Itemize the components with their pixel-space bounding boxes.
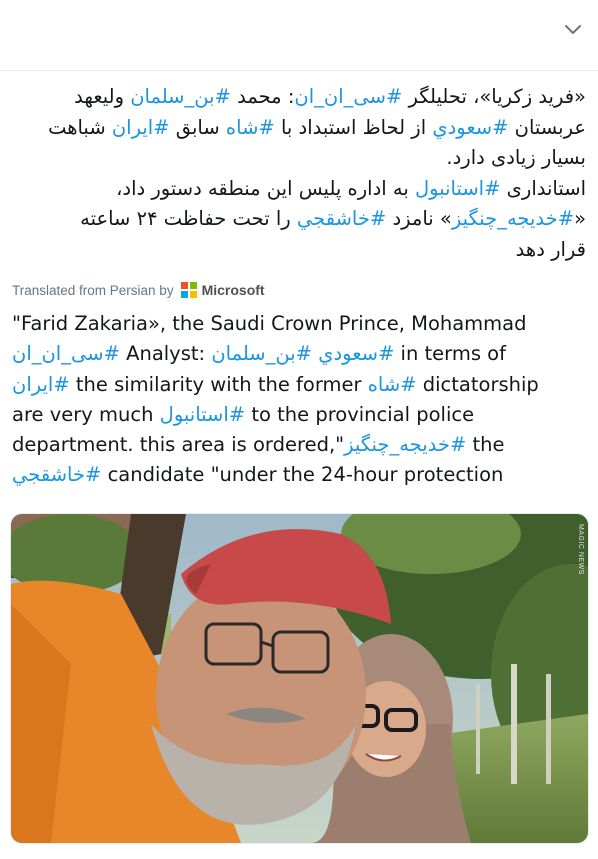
hashtag-link[interactable]: #بن_سلمان <box>211 342 312 365</box>
tweet-text-segment: : محمد <box>230 85 295 108</box>
tweet-text-segment: are very much <box>12 402 160 426</box>
tweet-text-segment: به اداره پلیس این منطقه دستور داد، <box>116 176 415 200</box>
chevron-down-icon[interactable] <box>562 18 584 40</box>
tweet-text-segment: را تحت حفاظت ۲۴ ساعته <box>80 207 297 230</box>
english-line: #سی_ان_ان Analyst: #بن_سلمان #سعودي in t… <box>12 339 588 369</box>
hashtag-link[interactable]: #سعودي <box>318 342 394 365</box>
tweet-text-segment: candidate "under the 24-hour protection <box>101 463 504 487</box>
divider <box>0 70 598 71</box>
english-line: #ایران the similarity with the former #ش… <box>12 370 588 400</box>
hashtag-link[interactable]: #خدیجه_چنگیز <box>344 433 466 456</box>
tweet-text-segment: شباهت <box>48 115 112 139</box>
hashtag-link[interactable]: #بن_سلمان <box>130 85 231 108</box>
tweet-text-segment: ولیعهد <box>74 85 131 108</box>
hashtag-link[interactable]: #خاشقجي <box>12 463 101 486</box>
english-line: "Farid Zakaria», the Saudi Crown Prince,… <box>12 309 588 339</box>
tweet-text-segment: department. this area is ordered," <box>12 433 345 457</box>
hashtag-link[interactable]: #استانبول <box>415 177 500 200</box>
tweet-header <box>0 0 598 70</box>
tweet-text-segment: the <box>466 433 505 457</box>
tweet-text-segment: «فرید زکریا»، تحلیلگر <box>402 85 586 108</box>
tweet-text-segment: dictatorship <box>416 372 539 396</box>
hashtag-link[interactable]: #سی_ان_ان <box>12 342 120 365</box>
tweet-text-segment: عربستان <box>508 115 586 139</box>
tweet-text-segment: » نامزد <box>386 207 452 230</box>
microsoft-logo-square <box>180 282 188 289</box>
tweet-text-segment: to the provincial police <box>245 402 475 426</box>
hashtag-link[interactable]: #استانبول <box>160 403 245 426</box>
hashtag-link[interactable]: #خدیجه_چنگیز <box>452 207 574 230</box>
tweet-text-persian: «فرید زکریا»، تحلیلگر #سی_ان_ان: محمد #ب… <box>10 82 586 265</box>
selfie-image <box>11 514 588 843</box>
hashtag-link[interactable]: #سی_ان_ان <box>294 85 402 108</box>
tweet-text-segment: Analyst: <box>119 342 212 366</box>
microsoft-logo-icon <box>180 282 197 298</box>
tweet-text-segment: قرار دهد <box>515 237 586 261</box>
persian-line: «فرید زکریا»، تحلیلگر #سی_ان_ان: محمد #ب… <box>10 82 586 113</box>
microsoft-logo-square <box>189 291 197 298</box>
tweet-text-segment: « <box>574 207 586 230</box>
translation-attribution[interactable]: Translated from Persian by Microsoft <box>12 280 265 300</box>
hashtag-link[interactable]: #ایران <box>112 116 170 139</box>
tweet-text-segment: the similarity with the former <box>69 372 368 396</box>
tweet-text-translated: "Farid Zakaria», the Saudi Crown Prince,… <box>12 309 588 491</box>
tweet-text-segment: سابق <box>169 115 226 139</box>
hashtag-link[interactable]: #خاشقجي <box>297 207 386 230</box>
tweet-text-segment: استانداری <box>500 176 586 200</box>
tweet-text-segment: بسیار زیادی دارد. <box>446 146 586 169</box>
english-line: #خاشقجي candidate "under the 24-hour pro… <box>12 460 588 490</box>
hashtag-link[interactable]: #ایران <box>12 373 70 396</box>
microsoft-logo-square <box>180 291 188 298</box>
persian-line: قرار دهد <box>10 235 586 266</box>
persian-line: عربستان #سعودي از لحاظ استبداد با #شاه س… <box>10 113 586 144</box>
microsoft-label: Microsoft <box>201 282 265 298</box>
hashtag-link[interactable]: #شاه <box>368 373 417 396</box>
persian-line: استانداری #استانبول به اداره پلیس این من… <box>10 174 586 205</box>
tweet-photo[interactable]: MAGIC NEWS <box>10 513 589 844</box>
tweet-text-segment: in terms of <box>394 342 506 366</box>
persian-line: بسیار زیادی دارد. <box>10 143 586 174</box>
translated-label: Translated from Persian by <box>12 282 174 298</box>
microsoft-logo-square <box>189 282 197 289</box>
english-line: are very much #استانبول to the provincia… <box>12 400 588 430</box>
photo-watermark: MAGIC NEWS <box>577 524 584 575</box>
english-line: department. this area is ordered,"#خدیجه… <box>12 430 588 460</box>
tweet-text-segment: "Farid Zakaria», the Saudi Crown Prince,… <box>12 312 527 335</box>
hashtag-link[interactable]: #شاه <box>226 116 275 139</box>
tweet-text-segment: از لحاظ استبداد با <box>274 115 433 139</box>
persian-line: «#خدیجه_چنگیز» نامزد #خاشقجي را تحت حفاظ… <box>10 204 586 235</box>
hashtag-link[interactable]: #سعودي <box>432 116 508 139</box>
